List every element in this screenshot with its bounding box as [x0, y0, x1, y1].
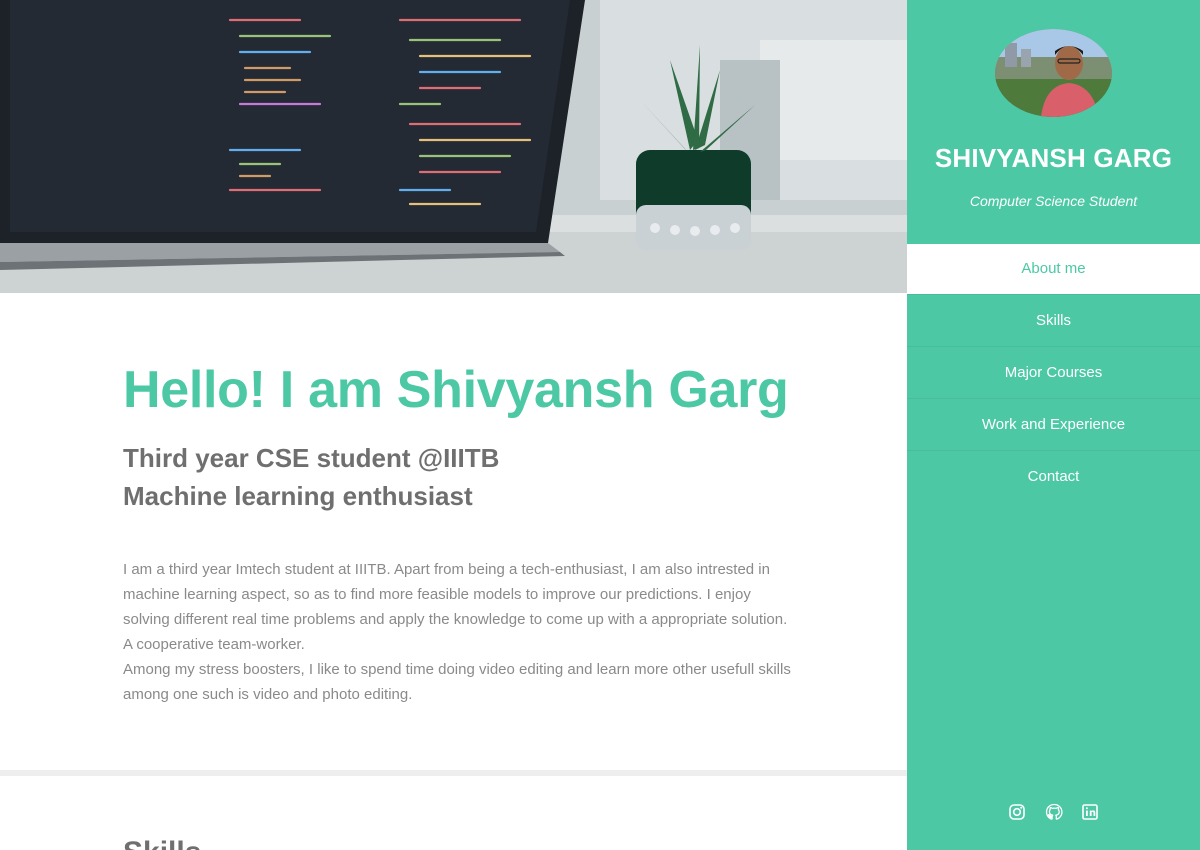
about-subheading-1: Third year CSE student @IIITB	[123, 443, 500, 473]
about-paragraph-2: Among my stress boosters, I like to spen…	[123, 661, 791, 703]
social-links	[907, 803, 1200, 821]
about-subheading-2: Machine learning enthusiast	[123, 481, 473, 511]
about-heading: Hello! I am Shivyansh Garg	[123, 361, 789, 419]
profile-name: SHIVYANSH GARG	[934, 143, 1173, 173]
nav-item-work-experience[interactable]: Work and Experience	[907, 398, 1200, 450]
hero-image	[0, 0, 907, 293]
github-icon[interactable]	[1045, 803, 1063, 821]
section-divider	[0, 770, 907, 776]
about-text: I am a third year Imtech student at IIIT…	[123, 557, 793, 707]
profile-role: Computer Science Student	[969, 193, 1138, 209]
nav-item-about-me[interactable]: About me	[907, 244, 1200, 294]
linkedin-icon[interactable]	[1081, 803, 1099, 821]
nav-item-skills[interactable]: Skills	[907, 294, 1200, 346]
instagram-icon[interactable]	[1008, 803, 1026, 821]
avatar	[995, 29, 1112, 117]
skills-heading: Skills	[123, 833, 201, 850]
nav-item-contact[interactable]: Contact	[907, 450, 1200, 502]
main-content: Hello! I am Shivyansh Garg Third year CS…	[0, 0, 907, 850]
about-paragraph-1: I am a third year Imtech student at IIIT…	[123, 561, 788, 653]
sidebar-nav: About me Skills Major Courses Work and E…	[907, 244, 1200, 502]
nav-item-major-courses[interactable]: Major Courses	[907, 346, 1200, 398]
sidebar: SHIVYANSH GARG Computer Science Student …	[907, 0, 1200, 850]
